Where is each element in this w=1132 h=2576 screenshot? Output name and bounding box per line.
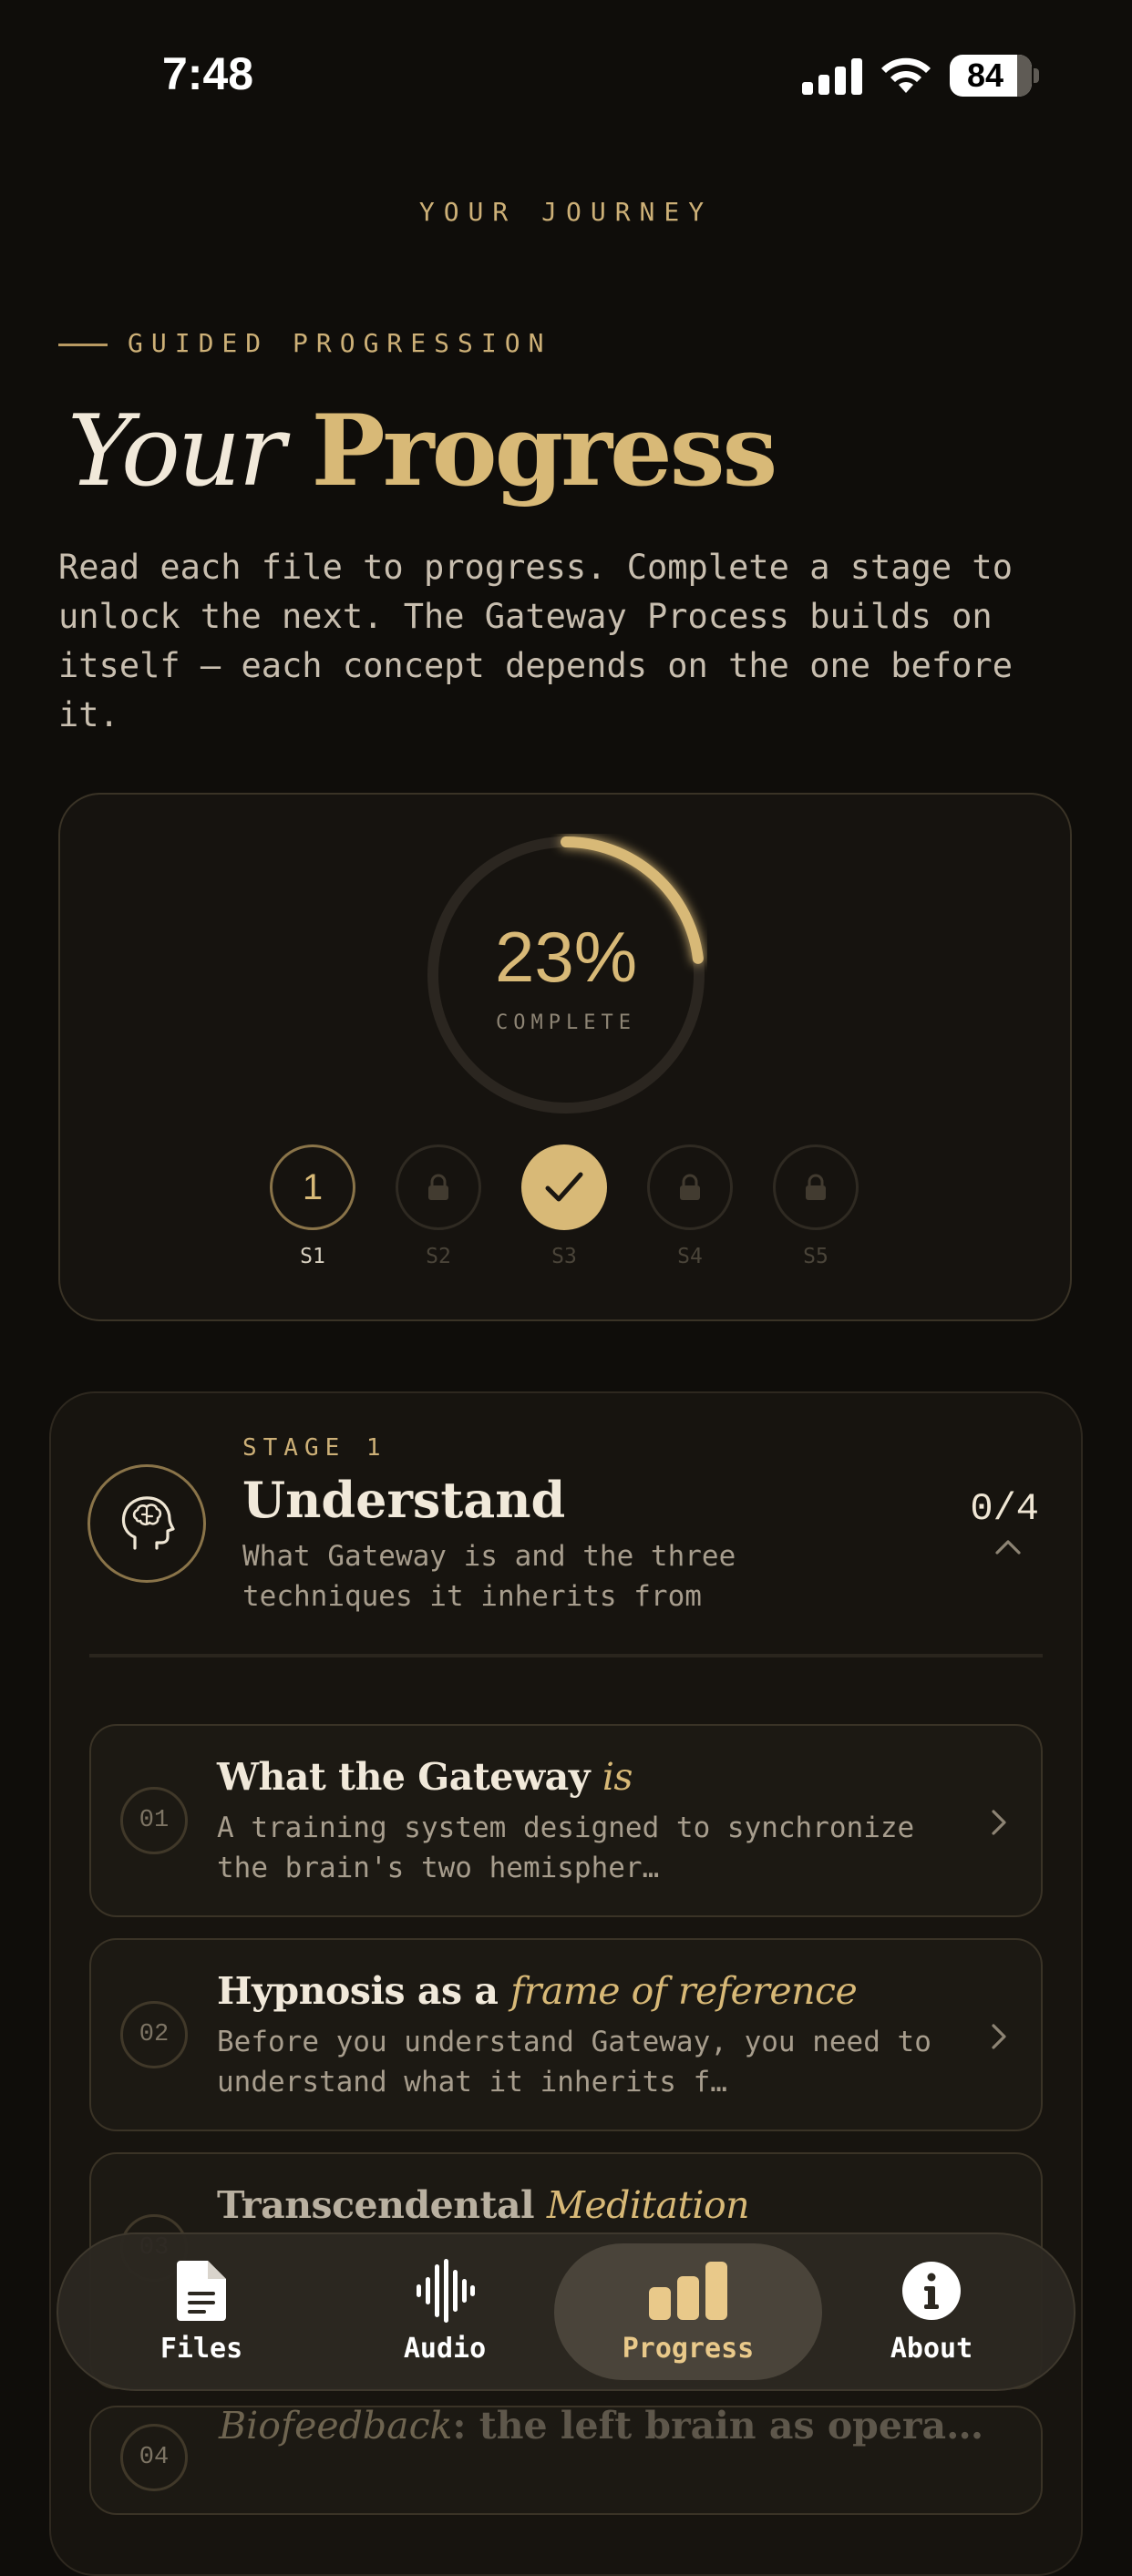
progress-percent: 23% — [494, 917, 638, 997]
stage-description: What Gateway is and the three techniques… — [242, 1540, 736, 1613]
lesson-title-main: What the Gateway — [217, 1755, 591, 1799]
battery-percent: 84 — [966, 56, 1004, 94]
lesson-title-accent: is — [602, 1755, 633, 1799]
tab-label: About — [890, 2333, 973, 2365]
tab-label: Progress — [622, 2333, 755, 2365]
stage-dot-s4 — [647, 1144, 733, 1230]
lesson-title: Transcendental Meditation — [217, 2183, 750, 2227]
tab-audio[interactable]: Audio — [390, 2256, 499, 2365]
chevron-right-icon — [992, 1810, 1006, 1835]
lock-icon — [680, 1174, 700, 1200]
intro-text: Read each file to progress. Complete a s… — [58, 548, 1013, 734]
lesson-description: Before you understand Gateway, you need … — [217, 2026, 931, 2099]
stage-icon-badge — [87, 1464, 206, 1583]
lesson-number: 01 — [120, 1787, 188, 1854]
chevron-up-icon[interactable] — [993, 1538, 1023, 1556]
wifi-icon — [881, 57, 931, 93]
lesson-title-main: Hypnosis as a — [217, 1969, 499, 2013]
lesson-description: A training system designed to synchroniz… — [217, 1811, 915, 1884]
stage-eyebrow: STAGE 1 — [242, 1434, 387, 1462]
stage-label-s4: S4 — [677, 1245, 703, 1268]
lesson-number: 04 — [120, 2424, 188, 2491]
stage-divider — [89, 1654, 1043, 1657]
battery-nub — [1034, 68, 1039, 83]
progress-label: COMPLETE — [496, 1011, 636, 1034]
tab-label: Files — [160, 2333, 243, 2365]
section-eyebrow: GUIDED PROGRESSION — [128, 328, 552, 358]
lesson-title-accent: frame of reference — [510, 1969, 858, 2013]
stage-label-s5: S5 — [803, 1245, 828, 1268]
tab-files[interactable]: Files — [144, 2256, 259, 2365]
stage-label-s1: S1 — [300, 1245, 325, 1268]
lesson-title-accent: Meditation — [546, 2183, 750, 2227]
stage-title: Understand — [242, 1471, 566, 1529]
lesson-title-main: Transcendental — [217, 2183, 535, 2227]
lesson-title-accent: Biofeedback — [219, 2404, 453, 2448]
lock-icon — [806, 1174, 826, 1200]
stage-count: 0/4 — [970, 1487, 1039, 1531]
stage-dot-s2 — [396, 1144, 481, 1230]
lesson-title: Biofeedback: the left brain as opera… — [219, 2404, 983, 2448]
info-icon — [902, 2262, 961, 2320]
waveform-icon — [417, 2259, 475, 2323]
lock-icon — [428, 1174, 448, 1200]
checkmark-icon — [545, 1172, 583, 1202]
tab-progress[interactable]: Progress — [597, 2256, 779, 2365]
page-title-bold: Progress — [311, 394, 777, 508]
eyebrow-rule — [58, 344, 108, 346]
lesson-title: Hypnosis as a frame of reference — [217, 1969, 858, 2013]
lesson-number: 02 — [120, 2001, 188, 2068]
page-title: Your Progress — [67, 392, 777, 511]
battery-icon: 84 — [950, 55, 1032, 97]
stage-label-s3: S3 — [551, 1245, 577, 1268]
stage-label-s2: S2 — [426, 1245, 451, 1268]
status-time: 7:48 — [162, 48, 254, 99]
document-icon — [177, 2261, 226, 2321]
tab-about[interactable]: About — [877, 2256, 986, 2365]
tab-label: Audio — [403, 2333, 487, 2365]
lesson-title: What the Gateway is — [217, 1755, 633, 1799]
brain-head-icon — [121, 1496, 175, 1550]
stage-dot-s5 — [773, 1144, 859, 1230]
stage-dot-s1[interactable]: 1 — [270, 1144, 355, 1230]
stage-dot-s3[interactable] — [521, 1144, 607, 1230]
page-title-italic: Your — [67, 395, 285, 508]
bar-chart-icon — [649, 2262, 727, 2320]
stage-dot-number: 1 — [302, 1166, 324, 1207]
chevron-right-icon — [992, 2024, 1006, 2049]
cellular-signal-icon — [802, 58, 862, 95]
lesson-title-main: : the left brain as opera… — [452, 2404, 984, 2448]
screen-title: YOUR JOURNEY — [418, 197, 714, 227]
